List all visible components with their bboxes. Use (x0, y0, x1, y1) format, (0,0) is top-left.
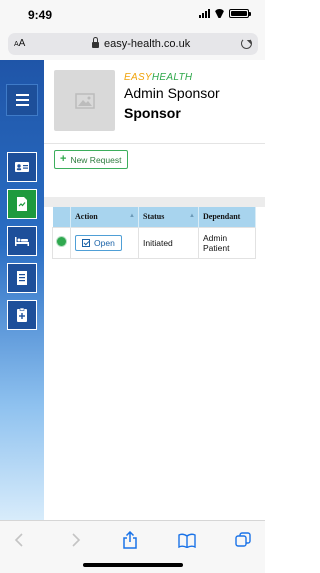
column-header-dependant[interactable]: Dependant (198, 207, 256, 227)
new-request-label: New Request (70, 154, 122, 165)
image-placeholder-icon (74, 92, 95, 109)
share-icon[interactable] (121, 531, 139, 549)
clipboard-plus-icon[interactable] (7, 300, 37, 330)
wifi-icon (214, 9, 225, 18)
row-indicator-cell (52, 226, 71, 259)
sort-icon: ▲ (129, 213, 135, 219)
brand-easy: EASY (124, 72, 152, 83)
status-dot-icon[interactable] (57, 237, 66, 246)
signal-icon (199, 9, 210, 18)
action-cell: Open (70, 226, 139, 259)
column-header-action[interactable]: Action ▲ (70, 207, 139, 227)
avatar (54, 70, 115, 131)
status-icons (199, 9, 251, 18)
header-divider (44, 143, 265, 144)
id-card-icon[interactable] (7, 152, 37, 182)
reload-icon[interactable] (241, 38, 252, 49)
browser-toolbar (0, 520, 265, 573)
column-header-dependant-label: Dependant (203, 212, 241, 222)
table-row: Open Initiated Admin Patient (52, 226, 256, 259)
status-time: 9:49 (28, 8, 53, 22)
column-header-status[interactable]: Status ▲ (138, 207, 199, 227)
brand-logo: EASYHEALTH (124, 72, 192, 83)
browser-address-area: AAAA easy-health.co.uk (0, 30, 265, 60)
requests-table: Action ▲ Status ▲ Dependant Open Initiated… (52, 207, 256, 259)
lock-icon (92, 37, 99, 48)
url-text[interactable]: easy-health.co.uk (104, 38, 190, 50)
column-header-indicator (52, 207, 71, 227)
home-indicator (83, 563, 183, 567)
column-header-status-label: Status (143, 212, 165, 222)
sort-icon: ▲ (189, 213, 195, 219)
address-bar[interactable]: AAAA easy-health.co.uk (8, 33, 258, 55)
plus-icon: + (60, 153, 67, 165)
document-icon[interactable] (7, 189, 37, 219)
open-button[interactable]: Open (75, 234, 122, 251)
bookmarks-icon[interactable] (178, 532, 196, 548)
column-header-action-label: Action (75, 212, 98, 222)
battery-icon (229, 9, 251, 18)
dependant-cell: Admin Patient (198, 226, 256, 259)
list-icon[interactable] (7, 263, 37, 293)
checkbox-icon (82, 238, 90, 247)
open-label: Open (94, 237, 115, 248)
forward-icon[interactable] (67, 532, 85, 548)
hospital-bed-icon[interactable] (7, 226, 37, 256)
text-size-button[interactable]: AAAA (14, 38, 25, 49)
back-icon[interactable] (10, 532, 28, 548)
new-request-button[interactable]: + New Request (54, 150, 128, 169)
brand-health: HEALTH (151, 72, 193, 83)
user-role: Sponsor (124, 105, 181, 121)
tabs-icon[interactable] (234, 532, 252, 548)
table-top-band (44, 197, 265, 207)
status-bar: 9:49 (0, 0, 265, 30)
status-cell: Initiated (138, 226, 199, 259)
menu-button[interactable] (6, 84, 38, 116)
sidebar (0, 60, 44, 520)
user-name: Admin Sponsor (124, 85, 220, 101)
